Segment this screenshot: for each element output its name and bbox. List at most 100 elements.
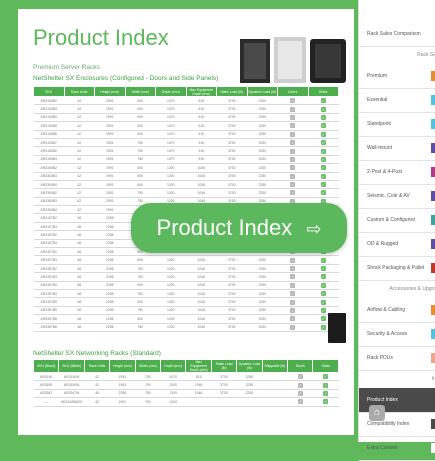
doors-cell: ✓ [277, 146, 308, 156]
product-index-button[interactable]: Product Index ⇨ [131, 203, 347, 253]
category-color-tab [431, 239, 435, 249]
table-cell: AR3357B2 [33, 264, 64, 274]
column-header: Doors [277, 86, 309, 97]
table-cell [262, 380, 288, 390]
table-cell: 2258 [94, 323, 125, 332]
sidebar-item[interactable]: Rack Sales Comparison [359, 22, 435, 47]
table-cell: 2258 [94, 314, 125, 324]
table-cell: AR3150W [58, 380, 85, 390]
table-cell: 3700 [216, 272, 247, 282]
doors-cell: ✓ [277, 155, 308, 165]
table-cell: 3700 [216, 180, 247, 190]
home-icon[interactable]: ⌂ [369, 405, 385, 421]
table-cell: 2250 [247, 130, 278, 139]
table-cell: 750 [125, 188, 156, 198]
sidebar-item-label: Standpoint [367, 121, 391, 127]
check-icon: ✓ [320, 173, 326, 179]
check-icon: ✓ [320, 182, 326, 188]
doors-cell: ✓ [277, 130, 308, 139]
enclosure-row: AR3300B4 42 1991 600 1200 1046 3700 2250 ✓ ✓ [33, 180, 339, 190]
sidebar-item[interactable]: Rack PDUs [359, 346, 435, 371]
sidebar-item-label: Security & Access [367, 331, 408, 337]
sidebar-item[interactable]: Wall-mount [359, 136, 435, 161]
arrow-right-icon: ⇨ [306, 219, 322, 239]
table-cell: 1070 [155, 121, 186, 131]
column-header: Shippable (lb) [261, 359, 289, 373]
table-cell: AR3157B3 [33, 239, 64, 249]
category-color-tab [431, 329, 435, 339]
enclosure-row: AR3300B2 42 1991 600 1200 1046 3700 2250 ✓ ✓ [33, 163, 339, 173]
check-icon: ✓ [320, 274, 326, 280]
column-header: Rack Units [63, 86, 95, 97]
sidebar-item[interactable]: Airflow & Cabling [359, 298, 435, 323]
table-cell: AR3140W [58, 372, 85, 382]
table-cell: 2250 [236, 389, 263, 399]
table-cell: 48 [64, 323, 95, 332]
check-icon: ✓ [320, 266, 326, 271]
column-header: Doors [287, 359, 314, 373]
table-cell: AR3100B2 [33, 96, 64, 106]
column-header: SKU [33, 86, 65, 97]
category-color-tab [431, 263, 435, 273]
table-cell: 2258 [94, 230, 125, 240]
table-cell: 2250 [236, 372, 263, 382]
table-cell: 2258 [94, 247, 125, 257]
column-header: Sides [307, 86, 339, 97]
check-icon: ✓ [290, 140, 296, 146]
table-cell: AR3300B4 [33, 180, 64, 190]
sidebar-item[interactable]: Standpoint [359, 112, 435, 137]
check-icon: ✓ [320, 98, 326, 104]
sides-cell: ✓ [308, 264, 339, 274]
table-cell: AR3150 [33, 380, 59, 390]
sidebar-item[interactable]: OD & Rugged [359, 232, 435, 257]
column-header: Rack Units [83, 359, 111, 373]
table-cell: 3700 [216, 281, 247, 291]
table-cell: 1046 [186, 172, 217, 181]
table-cell: 3700 [216, 172, 247, 181]
sides-cell: ✓ [308, 289, 339, 299]
doors-cell: ✓ [277, 180, 308, 190]
networking-row: AR3150 AR3150W 42 1991 750 1200 1046 3700 2250 ✓ ✓ [33, 380, 339, 390]
table-cell: 750 [125, 272, 156, 282]
table-cell: 1070 [155, 96, 186, 106]
table-cell: 3700 [216, 146, 247, 156]
table-cell: 1200 [155, 297, 186, 307]
check-icon: ✓ [323, 399, 329, 405]
table-cell: AR3357B5 [33, 306, 64, 316]
check-icon: ✓ [290, 324, 296, 330]
table-cell: 3700 [216, 121, 247, 131]
sides-cell: ✓ [312, 389, 339, 399]
sidebar-item[interactable]: Extra Content [359, 436, 435, 461]
table-cell: 600 [125, 96, 156, 106]
check-icon: ✓ [290, 114, 296, 120]
sidebar-item[interactable]: Security & Access [359, 322, 435, 347]
category-color-tab [431, 143, 435, 153]
column-header: Width (mm) [134, 359, 162, 373]
check-icon: ✓ [290, 106, 296, 112]
check-icon: ✓ [290, 182, 296, 188]
check-icon: ✓ [290, 282, 296, 288]
check-icon: ✓ [320, 156, 326, 162]
table-cell: 42 [64, 163, 95, 173]
table-cell: 1046 [186, 289, 217, 299]
sides-cell: ✓ [308, 188, 339, 198]
sides-cell: ✓ [312, 380, 339, 390]
enclosure-row: AR3357B4 48 2258 750 1200 1046 3700 2250 ✓ ✓ [33, 289, 339, 299]
table-cell: 750 [125, 155, 156, 165]
sidebar-item[interactable]: Premium [359, 64, 435, 89]
table-cell: 3700 [216, 264, 247, 274]
sidebar-item[interactable]: Custom & Configured [359, 208, 435, 233]
table-cell: 750 [135, 397, 161, 407]
table-cell: 42 [64, 188, 95, 198]
table-cell: 2258 [94, 213, 125, 223]
enclosure-row: AR3307B4 48 2258 600 1200 1046 3700 2250 ✓ ✓ [33, 281, 339, 291]
sidebar-item[interactable]: 2-Post & 4-Post [359, 160, 435, 185]
doors-cell: ✓ [277, 289, 308, 299]
table-cell: 3700 [216, 96, 247, 106]
sidebar-item[interactable]: Shock Packaging & Pallet [359, 256, 435, 281]
sidebar-item[interactable]: Seismic, Cole & AV [359, 184, 435, 209]
table-cell: 1200 [155, 272, 186, 282]
table-cell: 1046 [186, 297, 217, 307]
enclosure-row: AR3100B4 42 1991 600 1070 915 3700 2250 ✓ ✓ [33, 113, 339, 123]
sidebar-item[interactable]: Essential [359, 88, 435, 113]
